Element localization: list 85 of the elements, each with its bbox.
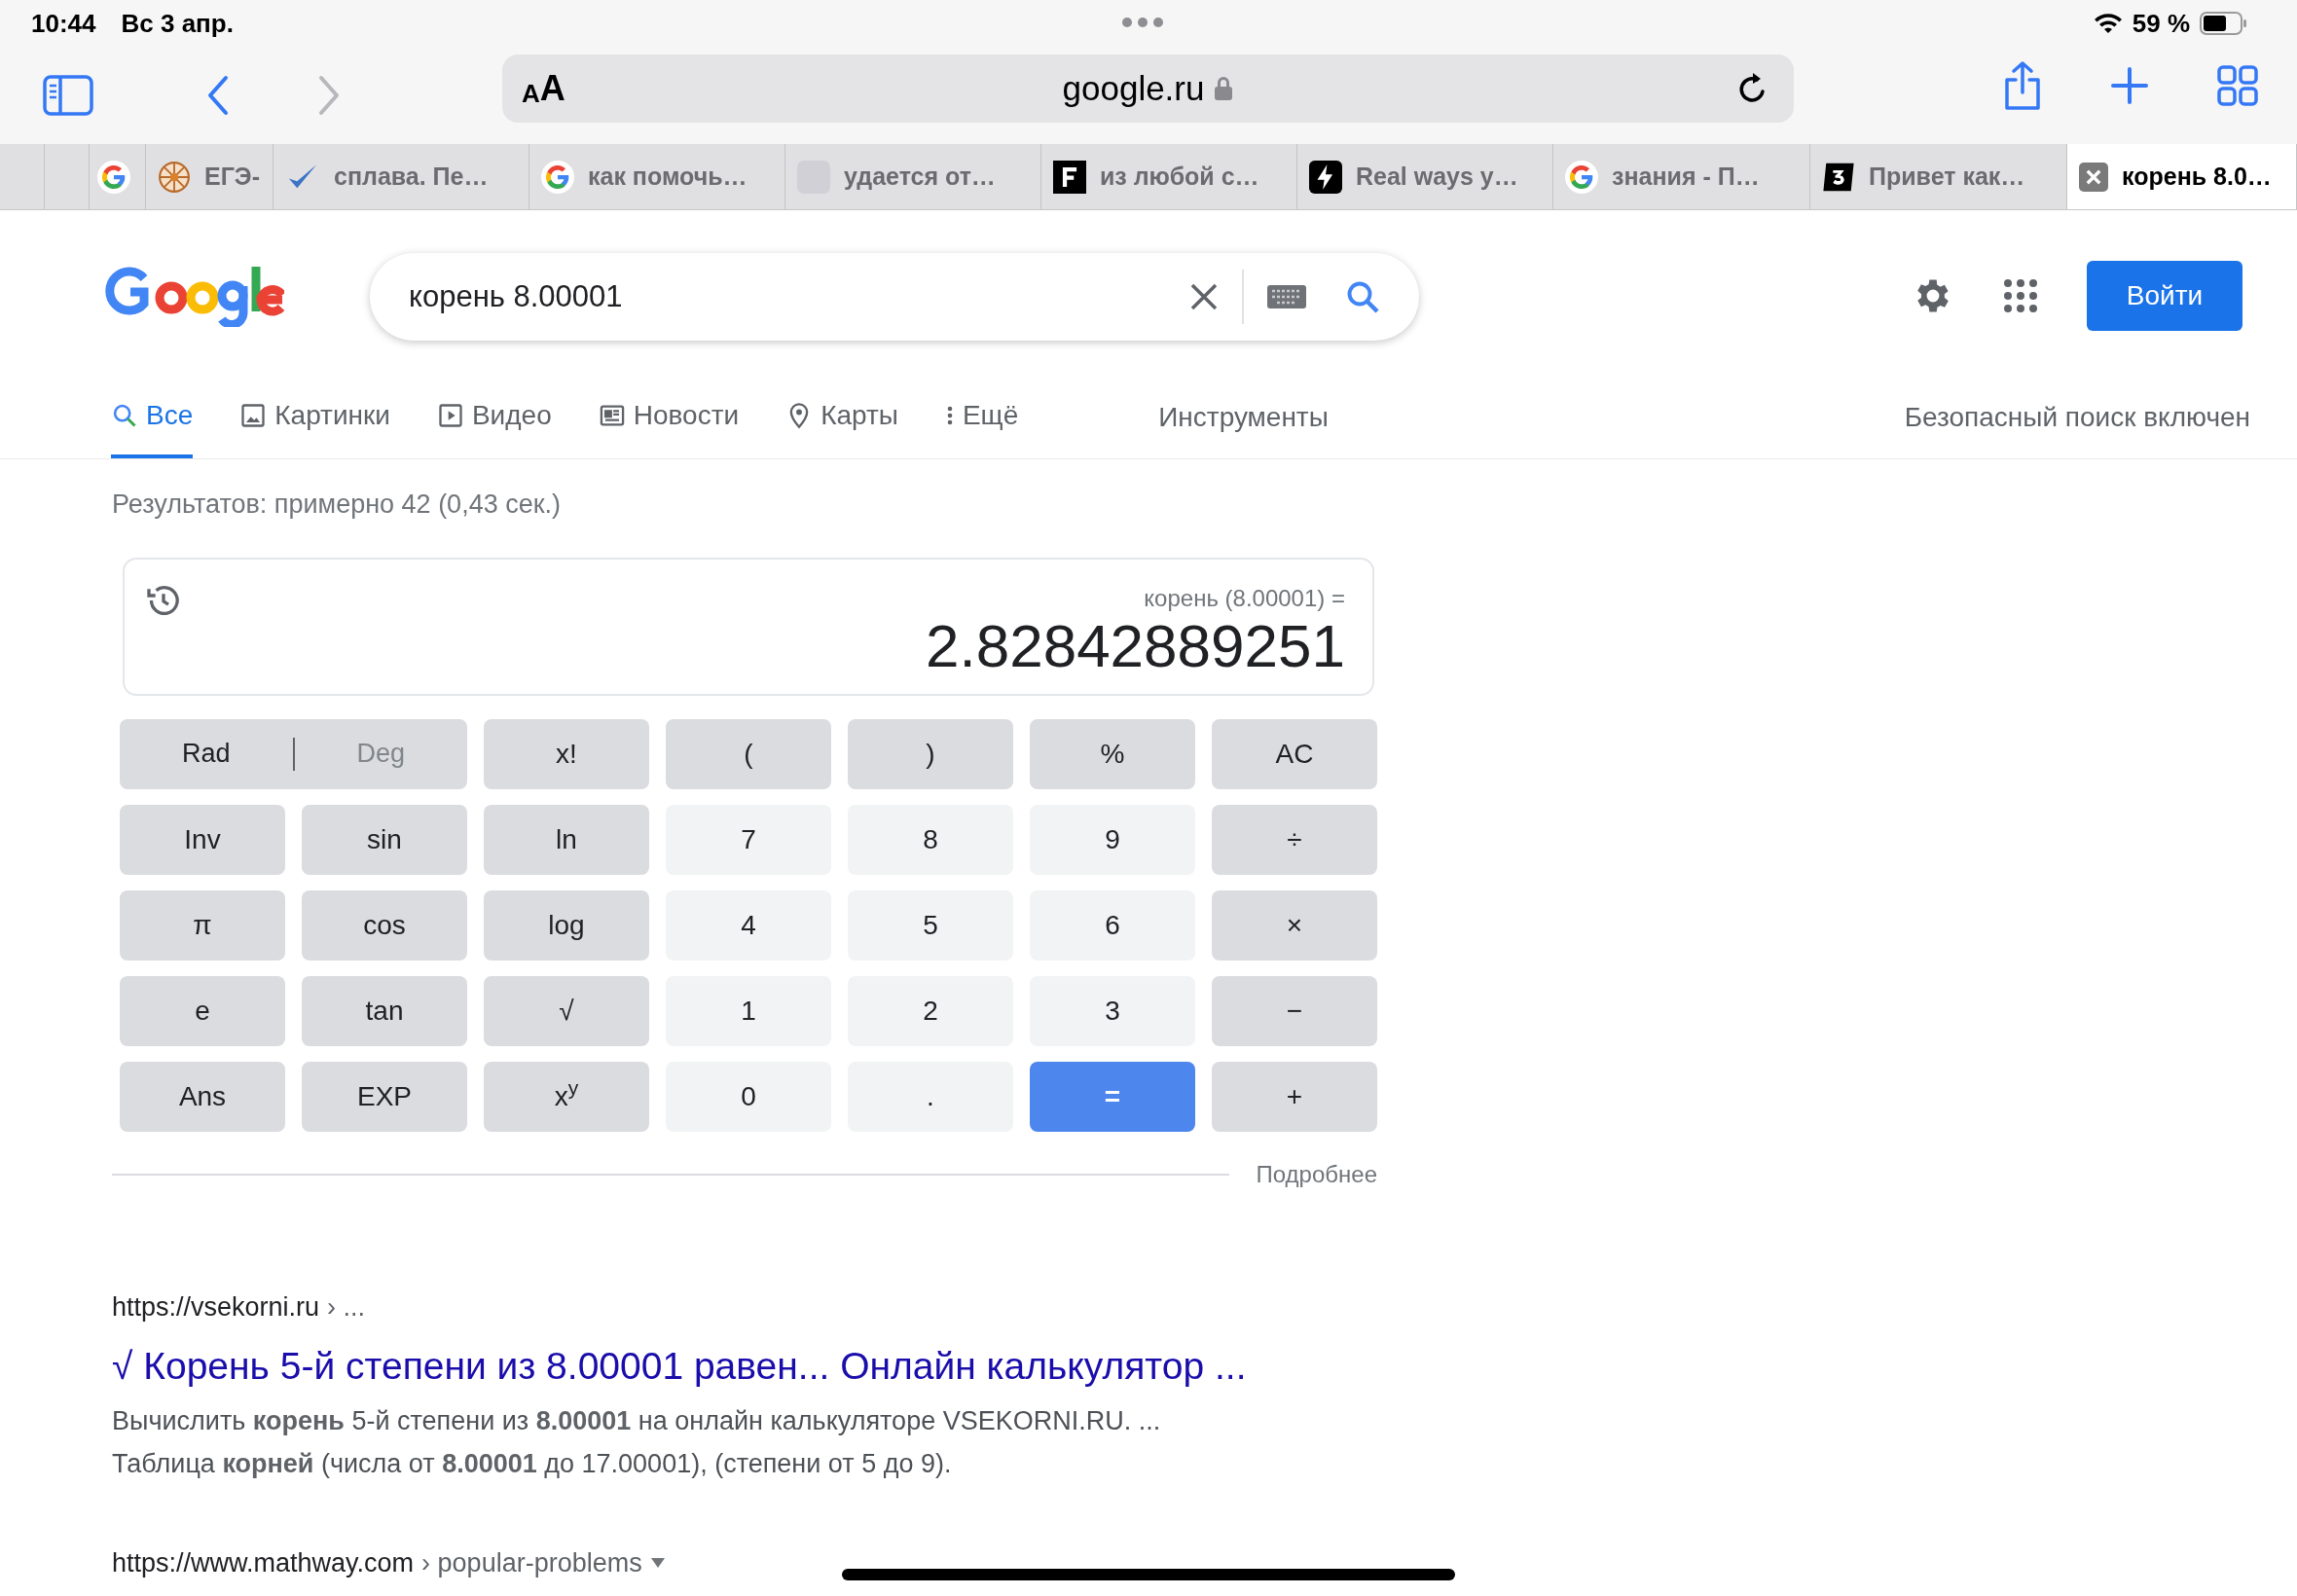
calculator-key[interactable]: tan: [302, 975, 467, 1046]
calculator-key[interactable]: 3: [1030, 975, 1195, 1046]
wifi-icon: [2093, 12, 2123, 35]
expression-text: корень (8.00001) =: [1144, 583, 1345, 613]
address-bar[interactable]: AA google.ru: [502, 54, 1794, 123]
calculator-key[interactable]: π: [120, 889, 285, 961]
more-dots-icon[interactable]: [1121, 17, 1164, 28]
result-url[interactable]: https://vsekorni.ru: [112, 1287, 320, 1326]
battery-icon: [2200, 11, 2248, 36]
result-stats-text: Результатов: примерно 42 (0,43 сек.): [112, 489, 562, 521]
google-g-icon: [541, 160, 574, 194]
result-snippet: Вычислить корень 5-й степени из 8.00001 на онлайн калькуляторе VSEKORNI.RU. ...: [112, 1404, 1162, 1437]
calculator-key[interactable]: (: [666, 718, 831, 789]
sign-in-button[interactable]: Войти: [2087, 261, 2242, 331]
search-tab[interactable]: Ещё: [944, 376, 1019, 458]
search-tab[interactable]: Картинки: [239, 376, 390, 458]
search-icon[interactable]: [1345, 279, 1380, 314]
wheel-icon: [158, 160, 191, 194]
close-icon[interactable]: [2079, 162, 2108, 192]
calculator-key[interactable]: 9: [1030, 804, 1195, 875]
calculator-key[interactable]: %: [1030, 718, 1195, 789]
lock-icon: [1214, 76, 1234, 101]
calculator-key[interactable]: cos: [302, 889, 467, 961]
search-tab[interactable]: Видео: [436, 376, 552, 458]
battery-percent-text: 59 %: [2132, 7, 2190, 40]
time-text: 10:44: [31, 7, 96, 40]
text-size-button[interactable]: AA: [522, 71, 565, 106]
tools-link[interactable]: Инструменты: [1158, 396, 1329, 438]
calculator-key[interactable]: log: [484, 889, 649, 961]
calculator-key[interactable]: .: [848, 1061, 1013, 1132]
calculator-key[interactable]: 8: [848, 804, 1013, 875]
calculator-key[interactable]: AC: [1212, 718, 1377, 789]
calculator-key[interactable]: 7: [666, 804, 831, 875]
calculator-key[interactable]: sin: [302, 804, 467, 875]
result-title-link[interactable]: √ Корень 5-й степени из 8.00001 равен... Онлайн калькулятор ...: [112, 1338, 2297, 1396]
calculator-key[interactable]: ): [848, 718, 1013, 789]
result-snippet: Таблица корней (числа от 8.00001 до 17.00001), (степени от 5 до 9).: [112, 1447, 953, 1480]
keyboard-icon[interactable]: [1267, 285, 1306, 308]
calculator-key[interactable]: Inv: [120, 804, 285, 875]
search-tab[interactable]: Новости: [598, 376, 740, 458]
dropdown-caret-icon[interactable]: [649, 1556, 666, 1569]
calculator-key[interactable]: ×: [1212, 889, 1377, 961]
google-g-icon: [97, 160, 130, 194]
safe-search-text: Безопасный поиск включен: [1904, 400, 2250, 434]
more-link[interactable]: Подробнее: [1256, 1156, 1377, 1192]
domain-text: google.ru: [1062, 67, 1205, 109]
sidebar-icon[interactable]: [43, 75, 93, 116]
search-tab[interactable]: Все: [111, 376, 194, 458]
share-icon[interactable]: [2003, 60, 2042, 111]
calculator-key[interactable]: +: [1212, 1061, 1377, 1132]
tab-overview-icon[interactable]: [2217, 65, 2258, 106]
result-url[interactable]: https://www.mathway.com: [112, 1542, 415, 1582]
calculator-key[interactable]: 1: [666, 975, 831, 1046]
video-icon: [436, 401, 464, 429]
calculator-key[interactable]: 4: [666, 889, 831, 961]
apps-grid-icon[interactable]: [2003, 278, 2038, 313]
bolt-icon: [1309, 160, 1342, 194]
calculator-key[interactable]: EXP: [302, 1061, 467, 1132]
image-icon: [239, 401, 268, 429]
new-tab-plus-icon[interactable]: [2110, 66, 2149, 105]
square-logo-icon: [1053, 160, 1086, 194]
angle-mode-toggle[interactable]: Rad: [120, 718, 293, 789]
breadcrumb-text: › popular-problems: [421, 1546, 642, 1579]
google-g-icon: [1565, 160, 1598, 194]
calculator-key[interactable]: −: [1212, 975, 1377, 1046]
date-text: Вс 3 апр.: [121, 7, 234, 40]
calculator-key[interactable]: 2: [848, 975, 1013, 1046]
search-tab[interactable]: Карты: [785, 376, 898, 458]
calculator-key[interactable]: Ans: [120, 1061, 285, 1132]
calculator-key[interactable]: √: [484, 975, 649, 1046]
calculator-key[interactable]: 6: [1030, 889, 1195, 961]
browser-tab[interactable]: корень 8.0…: [2067, 144, 2297, 209]
calculator-key[interactable]: ÷: [1212, 804, 1377, 875]
calculator-key[interactable]: x$^{y}$: [484, 1061, 649, 1132]
back-icon[interactable]: [206, 75, 230, 116]
calculator-key[interactable]: 5: [848, 889, 1013, 961]
calculator-key[interactable]: e: [120, 975, 285, 1046]
breadcrumb-text: › ...: [327, 1290, 366, 1324]
result-value: 2.82842889251: [926, 615, 1345, 676]
calculator-key[interactable]: ln: [484, 804, 649, 875]
calculator-key[interactable]: x!: [484, 718, 649, 789]
search-field[interactable]: корень 8.00001: [370, 253, 1419, 341]
search-query-text: корень 8.00001: [409, 277, 623, 315]
clear-icon[interactable]: [1189, 282, 1219, 311]
calculator-key[interactable]: 0: [666, 1061, 831, 1132]
